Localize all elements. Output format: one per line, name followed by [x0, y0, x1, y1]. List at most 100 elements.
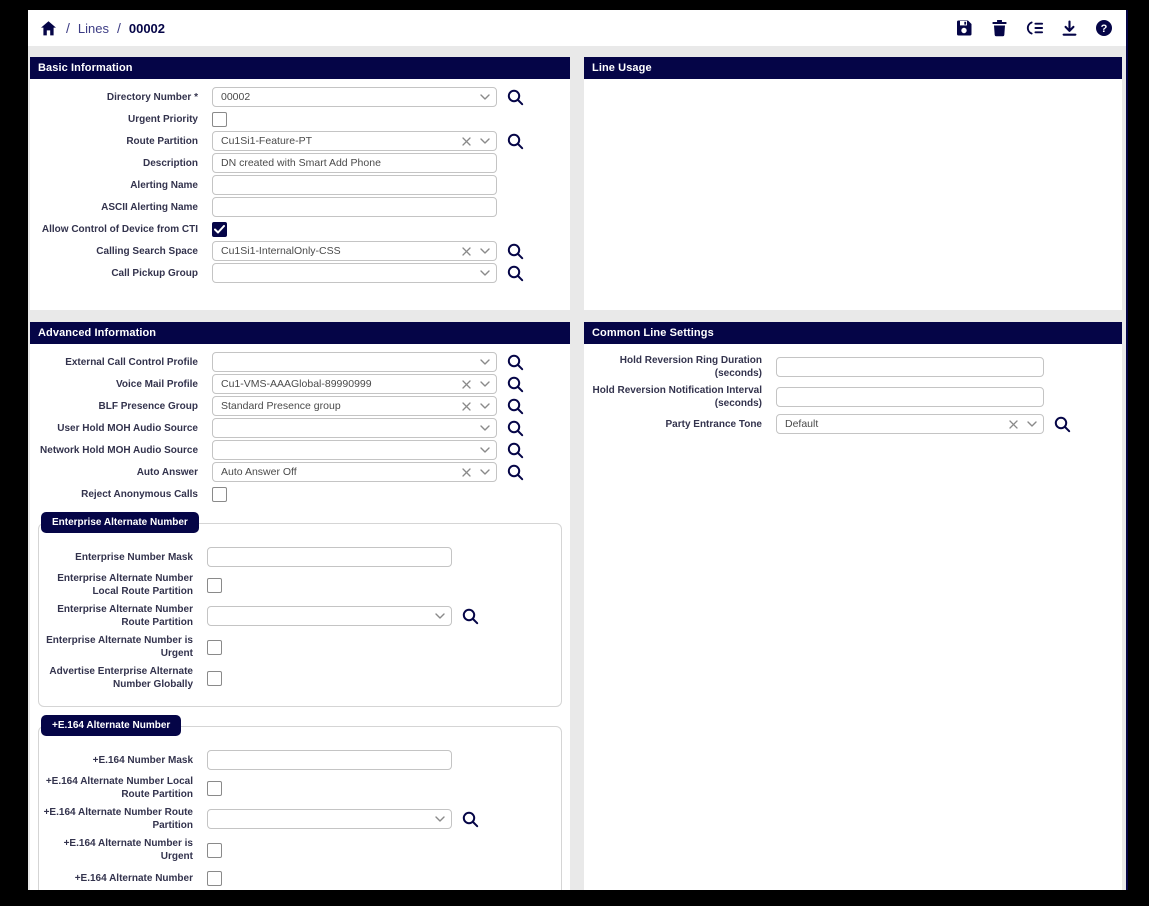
auto-answer-dropdown[interactable]: Auto Answer Off [212, 462, 497, 482]
chevron-down-icon [480, 425, 490, 431]
hold-reversion-notification-interval-seconds-input[interactable] [776, 387, 1044, 407]
external-call-control-profile-lookup-button[interactable] [507, 354, 524, 371]
field-label: Route Partition [36, 135, 198, 148]
user-hold-moh-audio-source-lookup-button[interactable] [507, 420, 524, 437]
call-pickup-group-dropdown[interactable] [212, 263, 497, 283]
e-164-alternate-number-route-partition-dropdown[interactable] [207, 809, 452, 829]
directory-number-dropdown[interactable]: 00002 [212, 87, 497, 107]
field-label: Directory Number * [36, 91, 198, 104]
reject-anonymous-calls-checkbox[interactable] [212, 487, 227, 502]
line-usage-section: Line Usage [584, 57, 1122, 310]
field-label: +E.164 Number Mask [43, 754, 193, 767]
breadcrumb: / Lines / 00002 [38, 18, 165, 38]
enterprise-alternate-number-route-partition-dropdown[interactable] [207, 606, 452, 626]
dropdown-value: Default [785, 418, 1009, 430]
e-164-number-mask-input[interactable] [207, 750, 452, 770]
chevron-down-icon [480, 359, 490, 365]
delete-button[interactable] [989, 18, 1009, 38]
alerting-name-input[interactable] [212, 175, 497, 195]
form-row: Hold Reversion Notification Interval (se… [590, 384, 1116, 410]
e-164-alternate-number-checkbox[interactable] [207, 871, 222, 886]
external-call-control-profile-dropdown[interactable] [212, 352, 497, 372]
voice-mail-profile-lookup-button[interactable] [507, 376, 524, 393]
chevron-down-icon [480, 447, 490, 453]
network-hold-moh-audio-source-dropdown[interactable] [212, 440, 497, 460]
search-icon [462, 608, 479, 625]
allow-control-of-device-from-cti-checkbox[interactable] [212, 222, 227, 237]
call-pickup-group-lookup-button[interactable] [507, 265, 524, 282]
form-row: +E.164 Alternate Number Route Partition [43, 806, 553, 832]
search-icon [507, 398, 524, 415]
clear-selection-button[interactable] [462, 468, 471, 477]
description-input[interactable] [212, 153, 497, 173]
breadcrumb-separator: / [66, 20, 70, 36]
party-entrance-tone-dropdown[interactable]: Default [776, 414, 1044, 434]
voice-mail-profile-dropdown[interactable]: Cu1-VMS-AAAGlobal-89990999 [212, 374, 497, 394]
auto-answer-lookup-button[interactable] [507, 464, 524, 481]
field-label: +E.164 Alternate Number Local Route Part… [43, 775, 193, 801]
e-164-alternate-number-route-partition-lookup-button[interactable] [462, 811, 479, 828]
calling-search-space-lookup-button[interactable] [507, 243, 524, 260]
chevron-down-icon [480, 381, 490, 387]
search-icon [507, 354, 524, 371]
save-button[interactable] [954, 18, 974, 38]
directory-number-lookup-button[interactable] [507, 89, 524, 106]
home-icon[interactable] [38, 18, 58, 38]
field-label: Voice Mail Profile [36, 378, 198, 391]
enterprise-alternate-number-group: Enterprise Alternate Number Enterprise N… [38, 523, 562, 707]
line-usage-empty-body [584, 79, 1122, 310]
basic-information-section: Basic Information Directory Number * 0000… [30, 57, 570, 310]
form-row: Enterprise Alternate Number is Urgent [43, 634, 553, 660]
form-row: +E.164 Alternate Number Local Route Part… [43, 775, 553, 801]
form-row: +E.164 Number Mask [43, 750, 553, 770]
form-row: Enterprise Number Mask [43, 547, 553, 567]
related-links-button[interactable] [1024, 18, 1044, 38]
enterprise-alternate-number-route-partition-lookup-button[interactable] [462, 608, 479, 625]
clear-selection-button[interactable] [1009, 420, 1018, 429]
field-label: Advertise Enterprise Alternate Number Gl… [43, 665, 193, 691]
field-label: Enterprise Alternate Number Local Route … [43, 572, 193, 598]
ascii-alerting-name-input[interactable] [212, 197, 497, 217]
form-row: Urgent Priority [36, 109, 564, 129]
download-button[interactable] [1059, 18, 1079, 38]
e-164-alternate-number-is-urgent-checkbox[interactable] [207, 843, 222, 858]
dropdown-value: Auto Answer Off [221, 466, 462, 478]
section-title-basic-information: Basic Information [30, 57, 570, 79]
clear-selection-button[interactable] [462, 137, 471, 146]
route-partition-lookup-button[interactable] [507, 133, 524, 150]
enterprise-alternate-number-local-route-partition-checkbox[interactable] [207, 578, 222, 593]
clear-selection-button[interactable] [462, 402, 471, 411]
form-row: Network Hold MOH Audio Source [36, 440, 564, 460]
search-icon [507, 265, 524, 282]
user-hold-moh-audio-source-dropdown[interactable] [212, 418, 497, 438]
chevron-down-icon [480, 270, 490, 276]
blf-presence-group-lookup-button[interactable] [507, 398, 524, 415]
network-hold-moh-audio-source-lookup-button[interactable] [507, 442, 524, 459]
form-row: Description [36, 153, 564, 173]
urgent-priority-checkbox[interactable] [212, 112, 227, 127]
route-partition-dropdown[interactable]: Cu1Si1-Feature-PT [212, 131, 497, 151]
field-label: Hold Reversion Notification Interval (se… [590, 384, 762, 410]
related-links-icon [1024, 20, 1044, 36]
party-entrance-tone-lookup-button[interactable] [1054, 416, 1071, 433]
form-row: Allow Control of Device from CTI [36, 219, 564, 239]
svg-text:?: ? [1101, 23, 1108, 35]
calling-search-space-dropdown[interactable]: Cu1Si1-InternalOnly-CSS [212, 241, 497, 261]
save-icon [955, 19, 973, 37]
clear-selection-button[interactable] [462, 247, 471, 256]
clear-selection-button[interactable] [462, 380, 471, 389]
dropdown-value: 00002 [221, 91, 480, 103]
enterprise-number-mask-input[interactable] [207, 547, 452, 567]
search-icon [462, 811, 479, 828]
form-row: Auto AnswerAuto Answer Off [36, 462, 564, 482]
breadcrumb-item-lines[interactable]: Lines [78, 21, 109, 36]
e-164-alternate-number-local-route-partition-checkbox[interactable] [207, 781, 222, 796]
field-label: User Hold MOH Audio Source [36, 422, 198, 435]
field-label: Enterprise Alternate Number Route Partit… [43, 603, 193, 629]
hold-reversion-ring-duration-seconds-input[interactable] [776, 357, 1044, 377]
help-button[interactable]: ? [1094, 18, 1114, 38]
enterprise-alternate-number-is-urgent-checkbox[interactable] [207, 640, 222, 655]
blf-presence-group-dropdown[interactable]: Standard Presence group [212, 396, 497, 416]
group-title-badge: Enterprise Alternate Number [41, 512, 199, 533]
advertise-enterprise-alternate-number-globally-checkbox[interactable] [207, 671, 222, 686]
